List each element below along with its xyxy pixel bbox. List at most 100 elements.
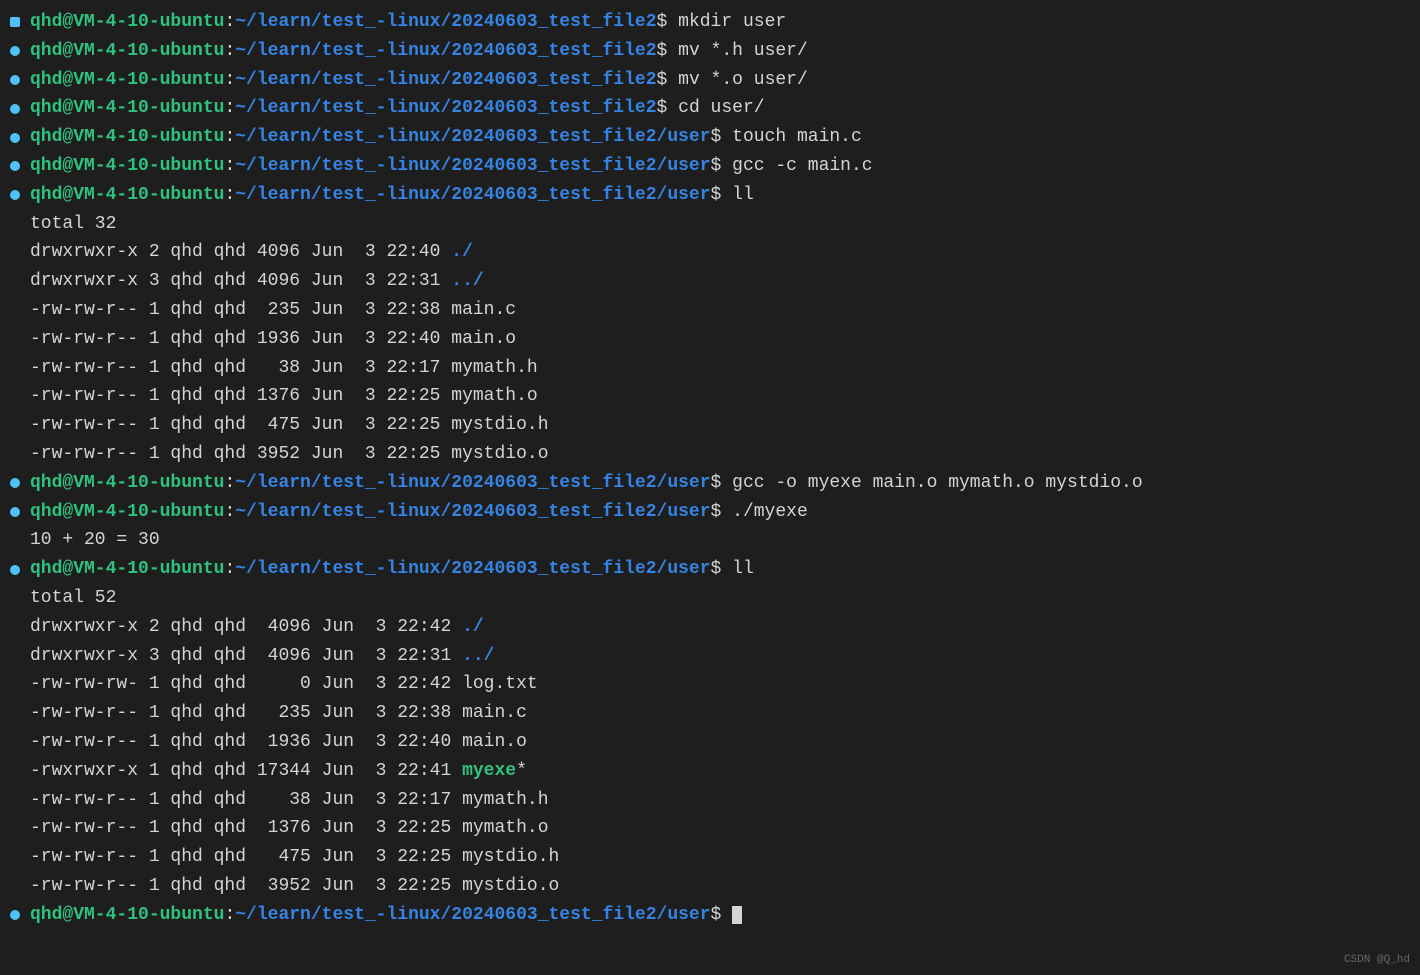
command-text: gcc -o myexe main.o mymath.o mystdio.o [732,469,1142,498]
list-item: drwxrwxr-x 2 qhd qhd 4096 Jun 3 22:40 ./ [10,238,1410,267]
bullet-icon [10,190,20,200]
list-item: -rw-rw-r-- 1 qhd qhd 1936 Jun 3 22:40 ma… [10,728,1410,757]
command-text: ll [732,555,754,584]
prompt-user: qhd@VM-4-10-ubuntu [30,8,224,37]
cursor-icon[interactable] [732,906,742,924]
list-item: -rw-rw-r-- 1 qhd qhd 235 Jun 3 22:38 mai… [10,296,1410,325]
file-name: mystdio.h [462,843,559,872]
bullet-icon [10,478,20,488]
prompt-symbol: $ [711,901,722,930]
prompt-path: ~/learn/test_-linux/20240603_test_file2 [235,66,656,95]
prompt-line: qhd@VM-4-10-ubuntu:~/learn/test_-linux/2… [10,181,1410,210]
list-item: drwxrwxr-x 2 qhd qhd 4096 Jun 3 22:42 ./ [10,613,1410,642]
file-name: mystdio.h [451,411,548,440]
prompt-line: qhd@VM-4-10-ubuntu:~/learn/test_-linux/2… [10,37,1410,66]
file-name: main.o [451,325,516,354]
file-name: mymath.h [462,786,548,815]
list-item: -rw-rw-r-- 1 qhd qhd 3952 Jun 3 22:25 my… [10,440,1410,469]
list-item: -rw-rw-r-- 1 qhd qhd 1936 Jun 3 22:40 ma… [10,325,1410,354]
prompt-line: qhd@VM-4-10-ubuntu:~/learn/test_-linux/2… [10,498,1410,527]
list-item: -rw-rw-r-- 1 qhd qhd 38 Jun 3 22:17 myma… [10,786,1410,815]
dir-name: ./ [451,238,473,267]
prompt-symbol: $ [711,498,722,527]
bullet-icon [10,507,20,517]
list-item: -rw-rw-r-- 1 qhd qhd 475 Jun 3 22:25 mys… [10,411,1410,440]
command-text: cd user/ [678,94,764,123]
program-output: 10 + 20 = 30 [10,526,1410,555]
prompt-symbol: $ [711,152,722,181]
file-name: mystdio.o [462,872,559,901]
listing-total: total 32 [10,210,1410,239]
prompt-line: qhd@VM-4-10-ubuntu:~/learn/test_-linux/2… [10,152,1410,181]
prompt-path: ~/learn/test_-linux/20240603_test_file2/… [235,469,710,498]
prompt-user: qhd@VM-4-10-ubuntu [30,498,224,527]
prompt-symbol: $ [711,181,722,210]
prompt-symbol: $ [657,94,668,123]
list-item: -rwxrwxr-x 1 qhd qhd 17344 Jun 3 22:41 m… [10,757,1410,786]
bullet-icon [10,75,20,85]
bullet-icon [10,565,20,575]
command-text: ll [732,181,754,210]
bullet-icon [10,161,20,171]
prompt-line: qhd@VM-4-10-ubuntu:~/learn/test_-linux/2… [10,8,1410,37]
file-name: main.o [462,728,527,757]
bullet-icon [10,104,20,114]
command-text: mkdir user [678,8,786,37]
prompt-line: qhd@VM-4-10-ubuntu:~/learn/test_-linux/2… [10,469,1410,498]
dir-name: ../ [462,642,494,671]
prompt-line: qhd@VM-4-10-ubuntu:~/learn/test_-linux/2… [10,555,1410,584]
file-name: mymath.h [451,354,537,383]
file-name: main.c [462,699,527,728]
prompt-user: qhd@VM-4-10-ubuntu [30,901,224,930]
bullet-icon [10,133,20,143]
prompt-line: qhd@VM-4-10-ubuntu:~/learn/test_-linux/2… [10,94,1410,123]
list-item: -rw-rw-rw- 1 qhd qhd 0 Jun 3 22:42 log.t… [10,670,1410,699]
bullet-icon [10,17,20,27]
dir-name: ./ [462,613,484,642]
prompt-path: ~/learn/test_-linux/20240603_test_file2/… [235,498,710,527]
command-text: ./myexe [732,498,808,527]
list-item: -rw-rw-r-- 1 qhd qhd 38 Jun 3 22:17 myma… [10,354,1410,383]
prompt-symbol: $ [711,469,722,498]
prompt-user: qhd@VM-4-10-ubuntu [30,152,224,181]
file-name: mystdio.o [451,440,548,469]
terminal-output[interactable]: qhd@VM-4-10-ubuntu:~/learn/test_-linux/2… [10,8,1410,930]
prompt-line: qhd@VM-4-10-ubuntu:~/learn/test_-linux/2… [10,66,1410,95]
prompt-path: ~/learn/test_-linux/20240603_test_file2/… [235,555,710,584]
prompt-path: ~/learn/test_-linux/20240603_test_file2 [235,94,656,123]
prompt-symbol: $ [711,555,722,584]
listing-total: total 52 [10,584,1410,613]
list-item: -rw-rw-r-- 1 qhd qhd 1376 Jun 3 22:25 my… [10,382,1410,411]
prompt-path: ~/learn/test_-linux/20240603_test_file2/… [235,901,710,930]
prompt-user: qhd@VM-4-10-ubuntu [30,469,224,498]
prompt-user: qhd@VM-4-10-ubuntu [30,37,224,66]
command-text: mv *.o user/ [678,66,808,95]
list-item: drwxrwxr-x 3 qhd qhd 4096 Jun 3 22:31 ..… [10,267,1410,296]
prompt-path: ~/learn/test_-linux/20240603_test_file2/… [235,123,710,152]
prompt-user: qhd@VM-4-10-ubuntu [30,66,224,95]
prompt-symbol: $ [657,8,668,37]
prompt-path: ~/learn/test_-linux/20240603_test_file2 [235,8,656,37]
watermark-text: CSDN @Q_hd [1344,952,1410,970]
file-name: mymath.o [462,814,548,843]
list-item: -rw-rw-r-- 1 qhd qhd 3952 Jun 3 22:25 my… [10,872,1410,901]
prompt-user: qhd@VM-4-10-ubuntu [30,555,224,584]
dir-name: ../ [451,267,483,296]
bullet-icon [10,910,20,920]
prompt-user: qhd@VM-4-10-ubuntu [30,94,224,123]
command-text: gcc -c main.c [732,152,872,181]
prompt-line-active[interactable]: qhd@VM-4-10-ubuntu:~/learn/test_-linux/2… [10,901,1410,930]
bullet-icon [10,46,20,56]
executable-name: myexe [462,757,516,786]
prompt-symbol: $ [657,37,668,66]
file-name: log.txt [462,670,538,699]
list-item: -rw-rw-r-- 1 qhd qhd 235 Jun 3 22:38 mai… [10,699,1410,728]
list-item: drwxrwxr-x 3 qhd qhd 4096 Jun 3 22:31 ..… [10,642,1410,671]
prompt-line: qhd@VM-4-10-ubuntu:~/learn/test_-linux/2… [10,123,1410,152]
prompt-user: qhd@VM-4-10-ubuntu [30,123,224,152]
prompt-path: ~/learn/test_-linux/20240603_test_file2/… [235,152,710,181]
file-name: main.c [451,296,516,325]
list-item: -rw-rw-r-- 1 qhd qhd 1376 Jun 3 22:25 my… [10,814,1410,843]
prompt-symbol: $ [657,66,668,95]
prompt-user: qhd@VM-4-10-ubuntu [30,181,224,210]
